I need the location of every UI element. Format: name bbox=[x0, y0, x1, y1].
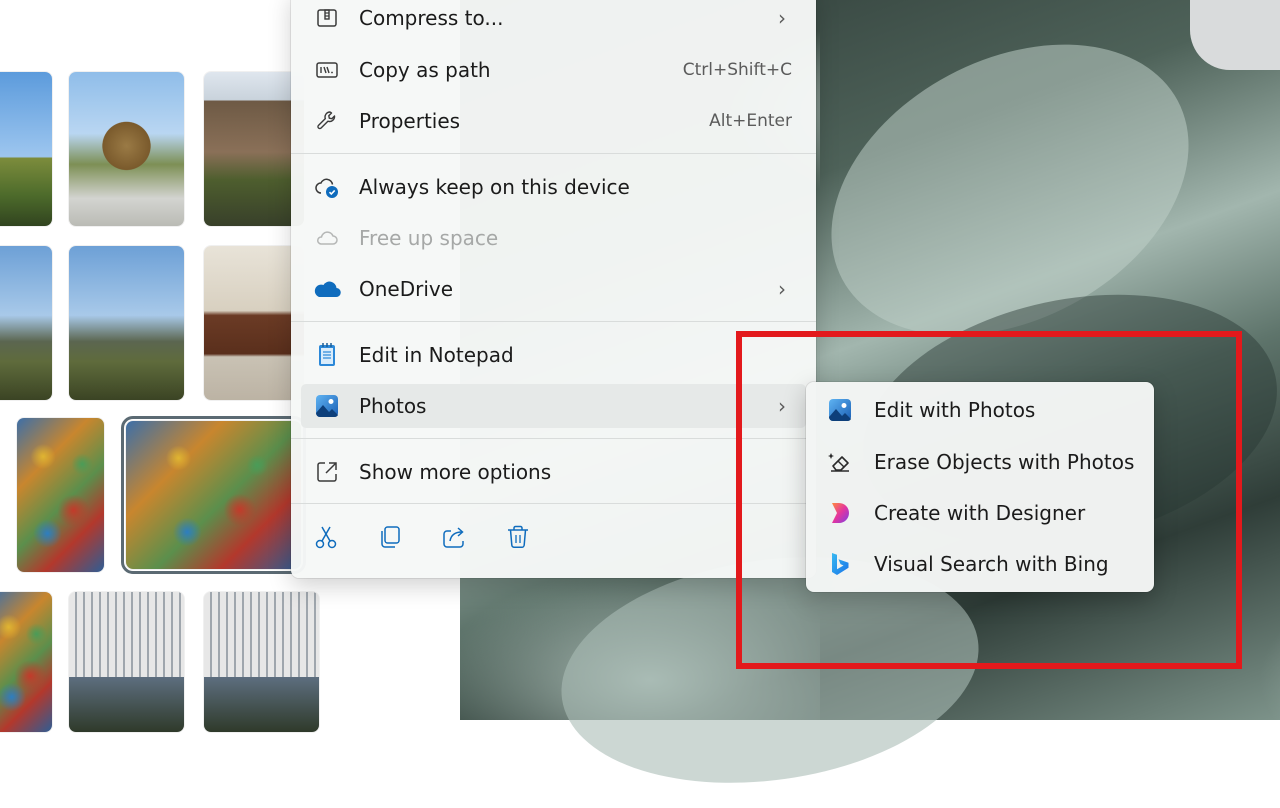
copy-button[interactable] bbox=[373, 522, 407, 556]
menu-item-onedrive[interactable]: OneDrive › bbox=[301, 267, 806, 311]
menu-item-properties[interactable]: Properties Alt+Enter bbox=[301, 99, 806, 143]
share-icon bbox=[441, 524, 467, 554]
cloud-sync-icon bbox=[313, 173, 341, 201]
menu-item-edit-in-notepad[interactable]: Edit in Notepad bbox=[301, 333, 806, 377]
photo-thumbnail-selected[interactable] bbox=[121, 416, 306, 574]
trash-icon bbox=[505, 524, 531, 554]
menu-item-show-more-options[interactable]: Show more options bbox=[301, 450, 806, 494]
menu-item-label: Always keep on this device bbox=[359, 175, 630, 199]
photo-thumbnail[interactable] bbox=[0, 72, 52, 226]
photo-thumbnail[interactable] bbox=[17, 418, 104, 572]
context-toolbar bbox=[309, 522, 535, 556]
photo-thumbnail[interactable] bbox=[204, 592, 319, 732]
onedrive-icon bbox=[313, 275, 341, 303]
photo-thumbnail[interactable] bbox=[69, 246, 184, 400]
menu-item-label: Photos bbox=[359, 394, 427, 418]
menu-item-label: Properties bbox=[359, 109, 461, 133]
copy-icon bbox=[377, 524, 403, 554]
menu-item-free-up-space: Free up space bbox=[301, 216, 806, 260]
photo-thumbnail[interactable] bbox=[69, 72, 184, 226]
photo-thumbnail[interactable] bbox=[0, 592, 52, 732]
delete-button[interactable] bbox=[501, 522, 535, 556]
shortcut-text: Alt+Enter bbox=[709, 111, 792, 131]
compress-icon bbox=[313, 4, 341, 32]
scissors-icon bbox=[313, 524, 339, 554]
menu-item-label: Free up space bbox=[359, 226, 499, 250]
show-more-icon bbox=[313, 458, 341, 486]
menu-item-copy-as-path[interactable]: Copy as path Ctrl+Shift+C bbox=[301, 48, 806, 92]
menu-separator bbox=[291, 153, 816, 154]
shortcut-text: Ctrl+Shift+C bbox=[682, 60, 792, 80]
wallpaper-shape bbox=[1190, 0, 1280, 70]
photo-thumbnail[interactable] bbox=[0, 246, 52, 400]
cloud-outline-icon bbox=[313, 224, 341, 252]
menu-separator bbox=[291, 321, 816, 322]
wrench-icon bbox=[313, 107, 341, 135]
photo-thumbnail[interactable] bbox=[204, 246, 304, 400]
photo-thumbnail[interactable] bbox=[69, 592, 184, 732]
menu-item-label: Compress to... bbox=[359, 6, 504, 30]
cut-button[interactable] bbox=[309, 522, 343, 556]
photo-thumbnail[interactable] bbox=[204, 72, 304, 226]
chevron-right-icon: › bbox=[778, 277, 786, 301]
chevron-right-icon: › bbox=[778, 6, 786, 30]
menu-item-label: OneDrive bbox=[359, 277, 454, 301]
menu-item-label: Copy as path bbox=[359, 58, 491, 82]
copy-path-icon bbox=[313, 56, 341, 84]
photos-icon bbox=[313, 392, 341, 420]
menu-item-always-keep[interactable]: Always keep on this device bbox=[301, 165, 806, 209]
menu-item-compress[interactable]: Compress to... › bbox=[301, 0, 806, 40]
notepad-icon bbox=[313, 341, 341, 369]
menu-item-photos[interactable]: Photos › bbox=[301, 384, 806, 428]
share-button[interactable] bbox=[437, 522, 471, 556]
annotation-highlight-box bbox=[736, 331, 1242, 669]
